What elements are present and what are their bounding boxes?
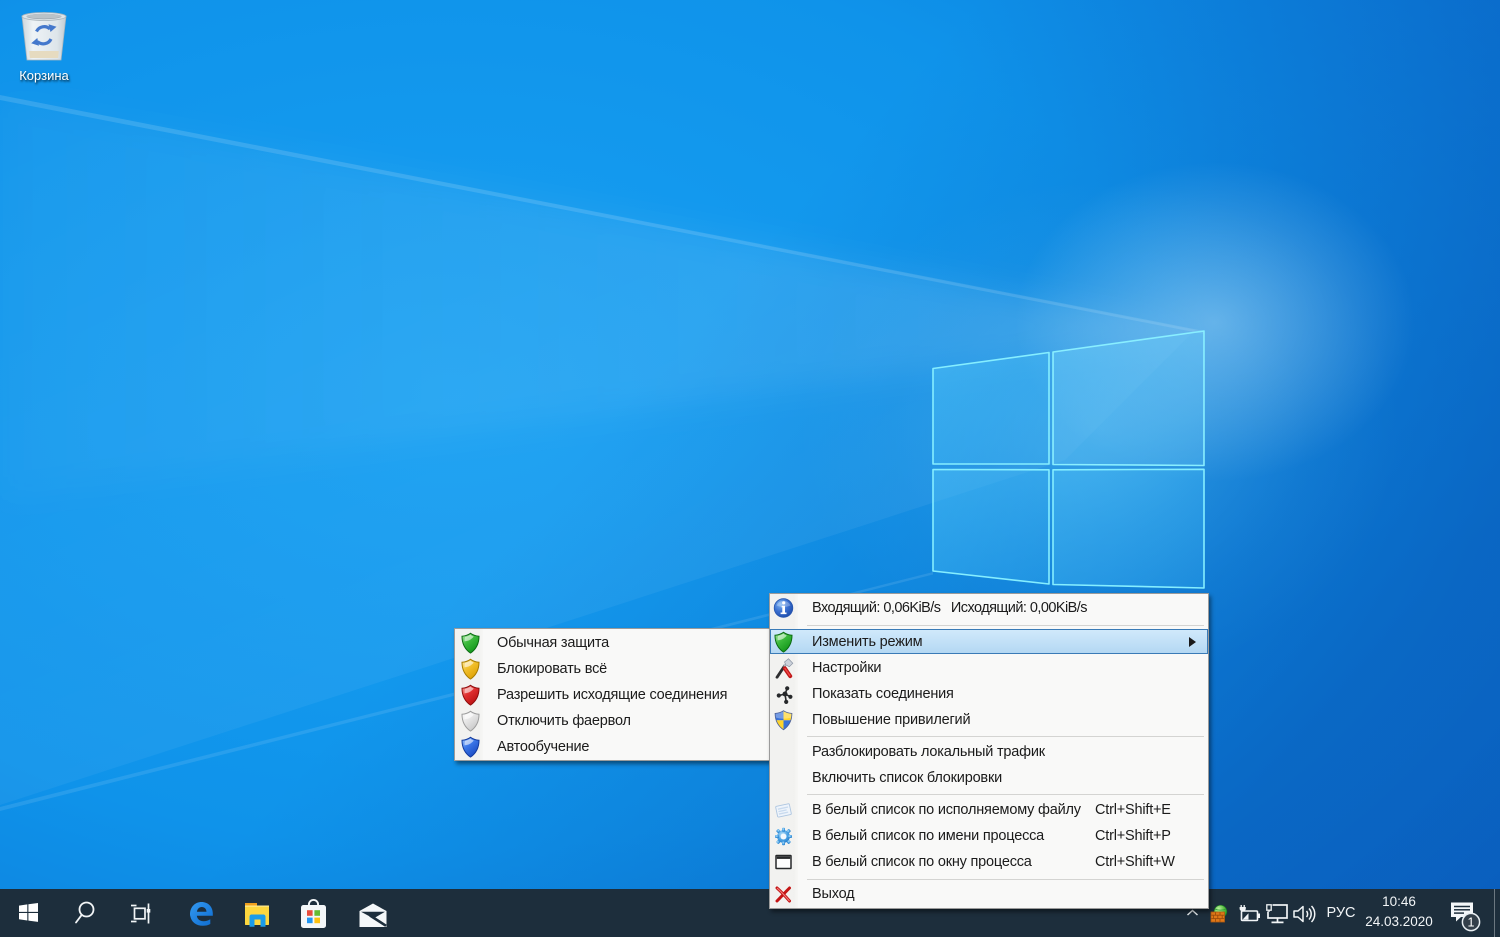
svg-text:1: 1 <box>1468 916 1475 930</box>
